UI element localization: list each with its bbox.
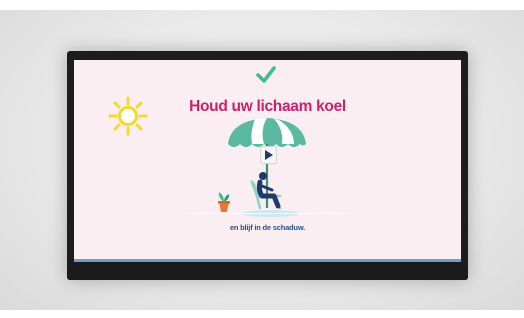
video-title: Houd uw lichaam koel — [189, 98, 346, 115]
video-caption: en blijf in de schaduw. — [229, 223, 306, 232]
backdrop-bottom — [0, 310, 524, 318]
play-button[interactable] — [260, 146, 277, 164]
backdrop-top — [0, 0, 524, 10]
checkmark-icon — [256, 66, 276, 83]
monitor-bezel-bottom — [67, 262, 468, 280]
monitor-frame: Houd uw lichaam koel en blijf in de scha… — [67, 51, 468, 280]
video-screen[interactable]: Houd uw lichaam koel en blijf in de scha… — [74, 60, 461, 259]
play-icon — [265, 150, 273, 160]
potted-plant-icon — [218, 192, 230, 212]
